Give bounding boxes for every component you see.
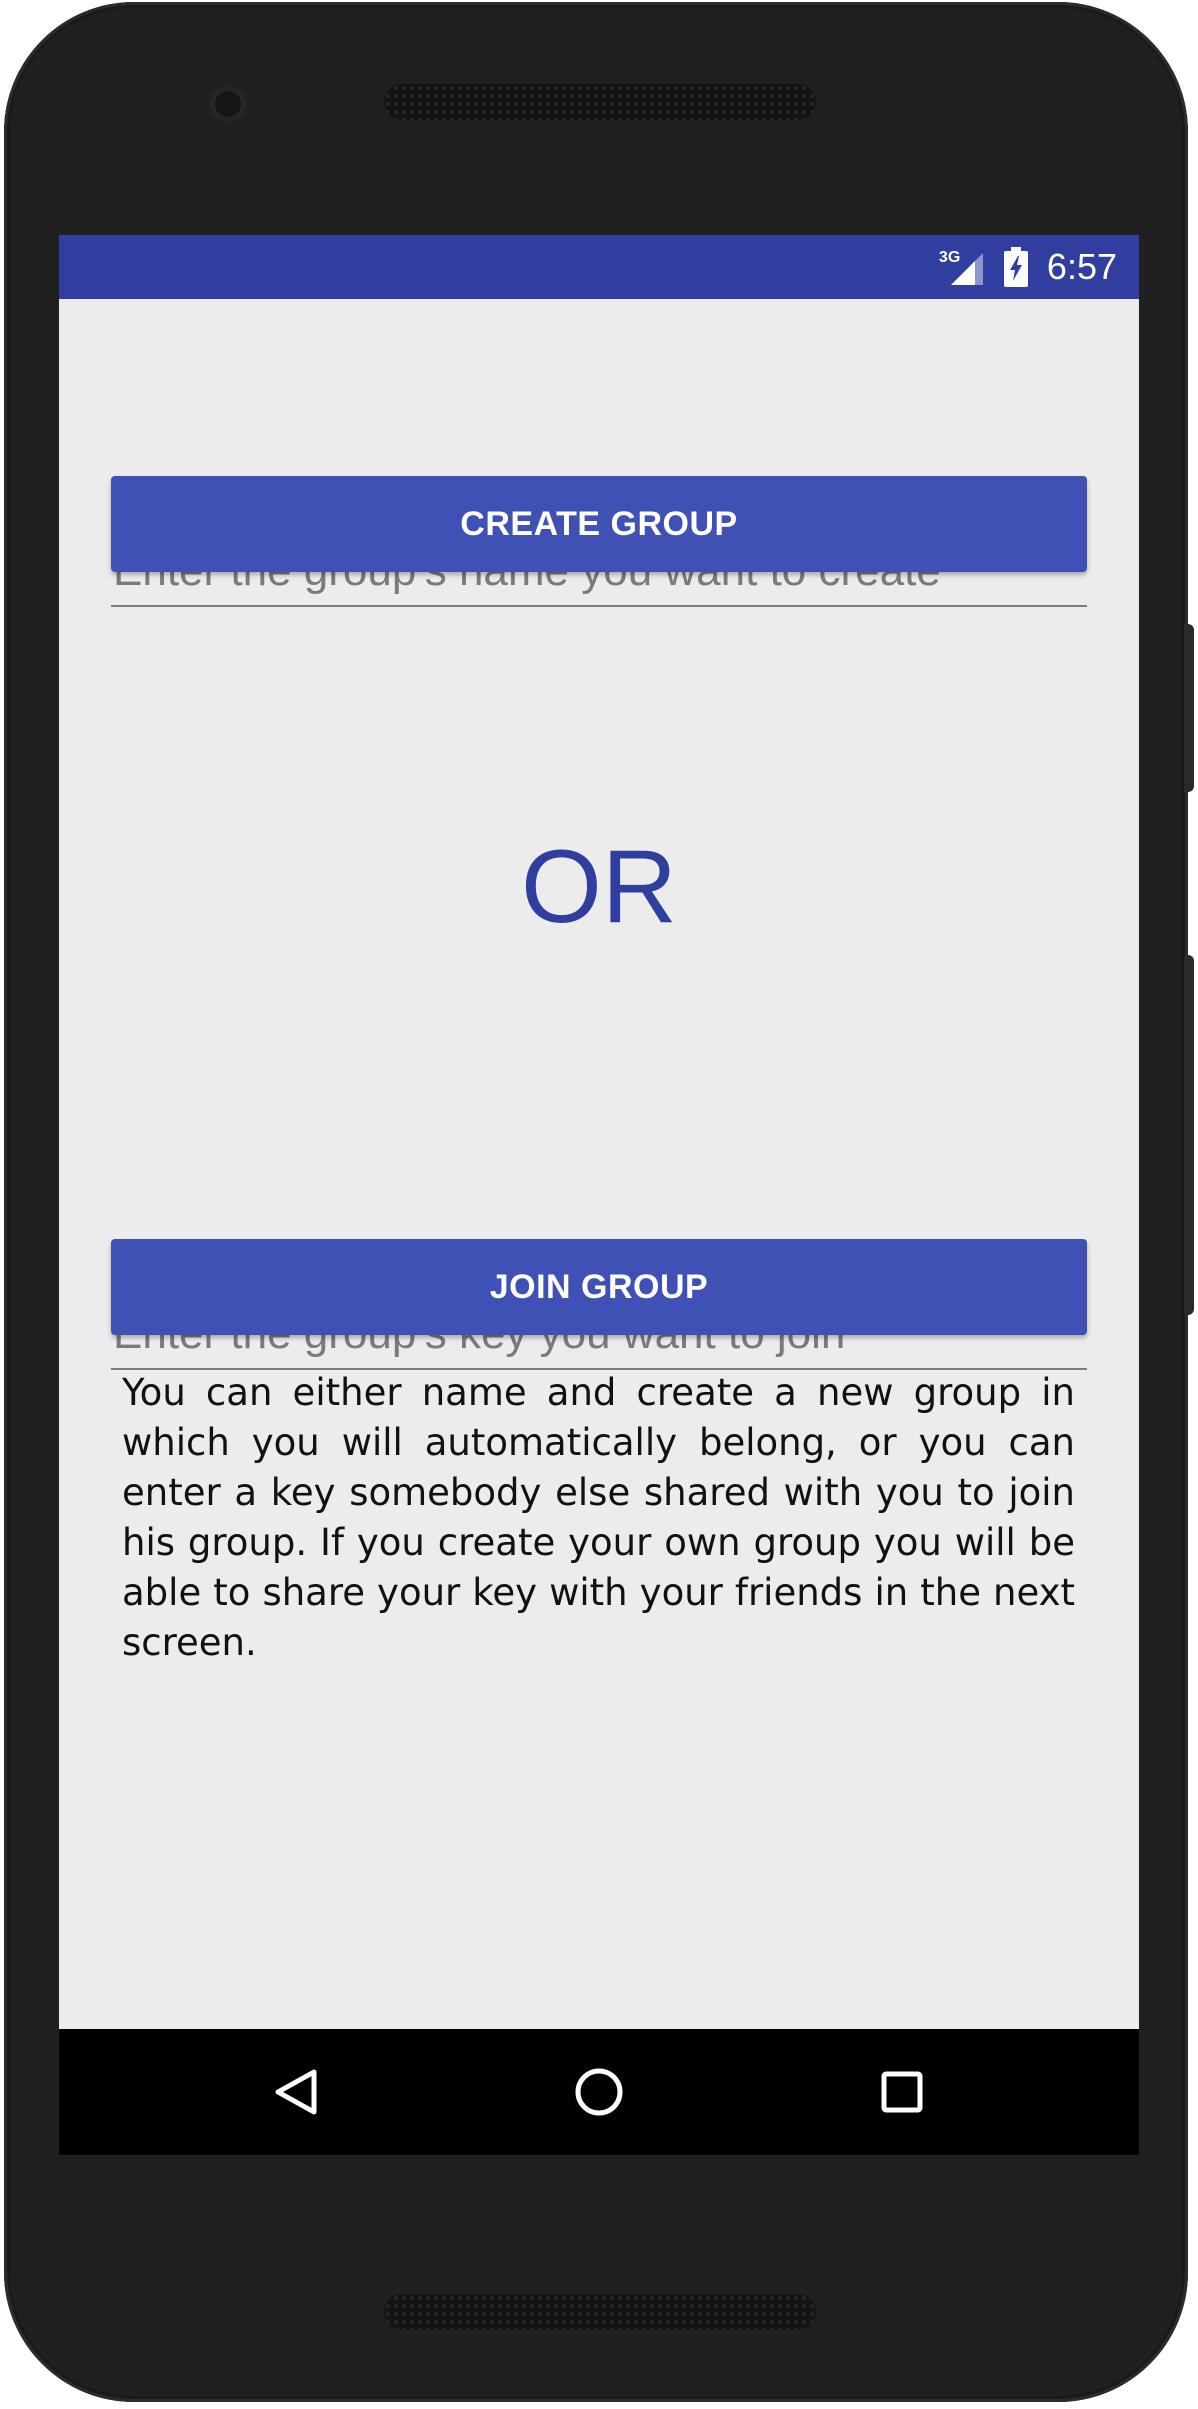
status-clock: 6:57 [1046,246,1117,287]
status-icons: 3G 6:57 [939,235,1117,299]
create-group-button[interactable]: CREATE GROUP [111,476,1087,572]
recents-icon [881,2071,923,2113]
signal-indicator: 3G [939,247,985,287]
front-camera [210,86,246,122]
top-speaker-grille [384,84,816,120]
home-icon [575,2068,623,2116]
help-description: You can either name and create a new gro… [122,1371,1075,1664]
home-button[interactable] [569,2062,629,2122]
navigation-bar [59,2029,1139,2155]
phone-frame: 3G 6:57 CREATE GROUP OR [4,2,1188,2402]
battery-charging-icon [1003,247,1028,287]
status-bar: 3G 6:57 [59,235,1139,299]
back-button[interactable] [266,2062,326,2122]
power-button [1184,624,1194,792]
volume-rocker [1184,955,1194,1315]
back-icon [275,2069,317,2115]
signal-icon [950,253,983,285]
bottom-speaker-grille [384,2294,816,2330]
app-screen: 3G 6:57 CREATE GROUP OR [59,235,1139,2155]
or-divider-text: OR [521,829,677,945]
join-group-button[interactable]: JOIN GROUP [111,1239,1087,1335]
recents-button[interactable] [872,2062,932,2122]
